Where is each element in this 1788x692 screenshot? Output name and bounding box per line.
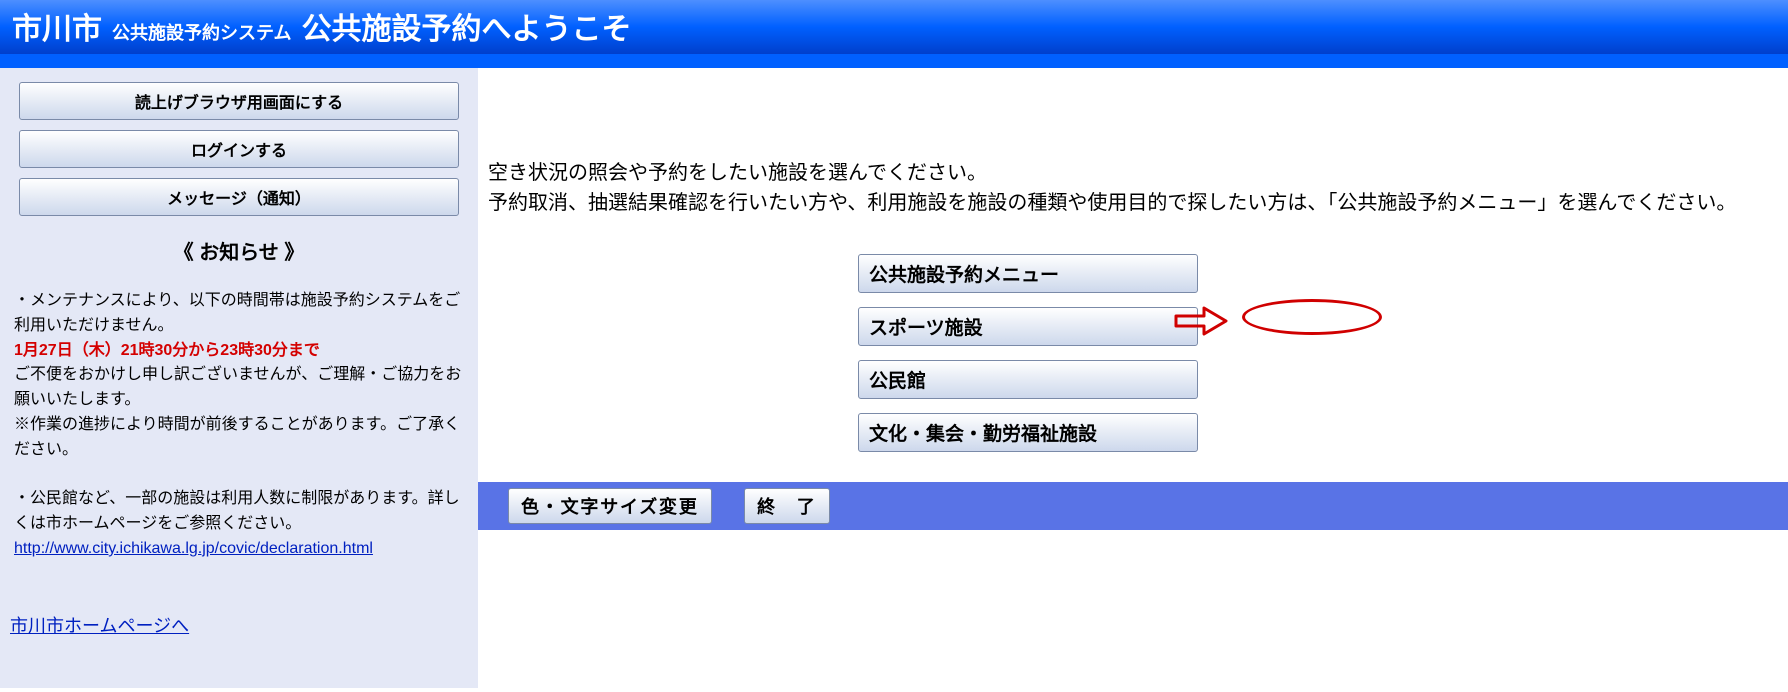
covid-declaration-link[interactable]: http://www.city.ichikawa.lg.jp/covic/dec… (14, 540, 373, 557)
header-accent-bar (0, 54, 1788, 68)
header-bar: 市川市 公共施設予約システム 公共施設予約へようこそ (0, 0, 1788, 54)
city-name: 市川市 (12, 4, 102, 48)
login-button[interactable]: ログインする (19, 130, 459, 168)
notice-text: ご不便をおかけし申し訳ございませんが、ご理解・ご協力をお願いいたします。 (14, 363, 464, 413)
welcome-title: 公共施設予約へようこそ (301, 4, 631, 48)
highlight-circle-icon (1242, 299, 1382, 335)
messages-button[interactable]: メッセージ（通知） (19, 178, 459, 216)
facility-menu: 公共施設予約メニュー スポーツ施設 公民館 文化・集会・勤労福祉施設 (858, 254, 1788, 452)
notice-heading: 《 お知らせ 》 (10, 236, 468, 265)
system-name: 公共施設予約システム (112, 19, 291, 45)
notice-maintenance-time: 1月27日（木）21時30分から23時30分まで (14, 339, 464, 364)
notice-body: ・メンテナンスにより、以下の時間帯は施設予約システムをご利用いただけません。 1… (10, 289, 468, 562)
instruction-line: 空き状況の照会や予約をしたい施設を選んでください。 (488, 158, 1758, 188)
sidebar: 読上げブラウザ用画面にする ログインする メッセージ（通知） 《 お知らせ 》 … (0, 68, 478, 688)
community-center-button[interactable]: 公民館 (858, 360, 1198, 399)
screen-reader-mode-button[interactable]: 読上げブラウザ用画面にする (19, 82, 459, 120)
instructions: 空き状況の照会や予約をしたい施設を選んでください。 予約取消、抽選結果確認を行い… (478, 68, 1788, 238)
instruction-line: 予約取消、抽選結果確認を行いたい方や、利用施設を施設の種類や使用目的で探したい方… (488, 188, 1758, 218)
notice-text: ・メンテナンスにより、以下の時間帯は施設予約システムをご利用いただけません。 (14, 289, 464, 339)
notice-text: ※作業の進捗により時間が前後することがあります。ご了承ください。 (14, 413, 464, 463)
culture-facility-button[interactable]: 文化・集会・勤労福祉施設 (858, 413, 1198, 452)
sports-facility-button[interactable]: スポーツ施設 (858, 307, 1198, 346)
footer-bar: 色・文字サイズ変更 終 了 (478, 482, 1788, 530)
city-homepage-link[interactable]: 市川市ホームページへ (10, 612, 189, 638)
exit-button[interactable]: 終 了 (744, 488, 829, 524)
notice-text: ・公民館など、一部の施設は利用人数に制限があります。詳しくは市ホームページをご参… (14, 487, 464, 537)
color-text-size-button[interactable]: 色・文字サイズ変更 (508, 488, 712, 524)
main-area: 空き状況の照会や予約をしたい施設を選んでください。 予約取消、抽選結果確認を行い… (478, 68, 1788, 530)
reservation-menu-button[interactable]: 公共施設予約メニュー (858, 254, 1198, 293)
